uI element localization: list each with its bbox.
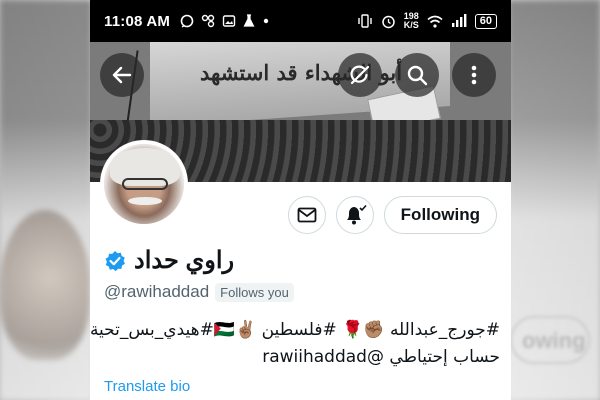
translate-bio-link[interactable]: Translate bio xyxy=(104,378,190,395)
phone-screen: 11:08 AM 198 K/S 60 أبو الشهداء قد استشهد xyxy=(90,0,511,400)
status-time: 11:08 AM xyxy=(104,12,171,30)
grok-icon xyxy=(350,65,370,85)
display-name: راوي حداد xyxy=(134,247,235,274)
handle-row: @rawihaddad Follows you xyxy=(104,282,294,302)
display-name-row: راوي حداد xyxy=(104,246,244,275)
blurred-avatar-copy xyxy=(0,210,90,360)
gallery-icon xyxy=(222,15,236,27)
signal-icon xyxy=(451,14,467,27)
bell-check-icon xyxy=(346,204,367,225)
verified-badge-icon[interactable] xyxy=(104,250,126,272)
avatar-glasses xyxy=(122,178,168,190)
avatar-mustache xyxy=(128,197,162,205)
whatsapp-icon xyxy=(180,14,194,28)
dot-icon xyxy=(263,18,269,24)
alarm-icon xyxy=(381,15,395,28)
message-button[interactable] xyxy=(287,196,326,234)
notification-icons xyxy=(180,14,270,28)
grok-button[interactable] xyxy=(338,53,382,97)
bio-line-2[interactable]: حساب إحتياطي @rawiihaddad xyxy=(102,344,500,371)
network-speed: 198 K/S xyxy=(404,12,419,30)
search-button[interactable] xyxy=(395,53,439,97)
network-speed-unit: K/S xyxy=(403,20,419,30)
lab-icon xyxy=(243,14,255,27)
status-right: 198 K/S 60 xyxy=(357,12,497,30)
status-bar: 11:08 AM 198 K/S 60 xyxy=(90,0,511,42)
search-icon xyxy=(407,65,428,86)
follows-you-badge: Follows you xyxy=(215,282,294,302)
avatar-photo xyxy=(104,144,184,224)
avatar[interactable] xyxy=(100,140,188,228)
vibrate-icon xyxy=(358,14,372,28)
profile-actions: Following xyxy=(287,196,497,234)
blurred-following-button-copy: owing xyxy=(510,316,590,364)
more-options-button[interactable] xyxy=(452,53,496,97)
arrow-left-icon xyxy=(112,66,132,84)
wifi-icon xyxy=(427,15,443,28)
envelope-icon xyxy=(297,207,317,223)
profile-bio: #جورج_عبدالله ✊🏽🌹 #فلسطين ✌🏽🇵🇸#هيدي_بس_ت… xyxy=(90,317,500,371)
following-button[interactable]: Following xyxy=(383,196,497,234)
app-icon xyxy=(201,14,215,28)
user-handle: @rawihaddad xyxy=(104,282,210,301)
notifications-button[interactable] xyxy=(335,196,374,234)
back-button[interactable] xyxy=(100,53,144,97)
more-vertical-icon xyxy=(471,65,477,85)
bio-line-1[interactable]: #جورج_عبدالله ✊🏽🌹 #فلسطين ✌🏽🇵🇸#هيدي_بس_ت… xyxy=(90,317,500,344)
battery-indicator: 60 xyxy=(474,13,497,29)
